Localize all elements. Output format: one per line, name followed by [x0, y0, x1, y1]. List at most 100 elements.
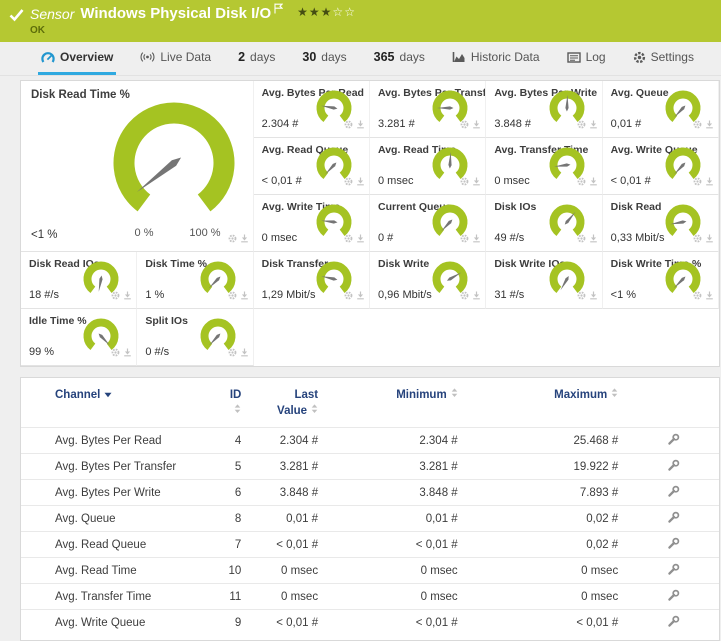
gauge-tile[interactable]: Avg. Write Time0 msec	[254, 195, 370, 252]
gauge-tile[interactable]: Disk IOs49 #/s	[486, 195, 602, 252]
check-icon	[9, 8, 24, 27]
wrench-icon[interactable]	[667, 589, 680, 602]
column-header-minimum[interactable]: Minimum	[328, 378, 468, 428]
pin-icon[interactable]	[240, 344, 249, 362]
gauge-tile[interactable]: Idle Time %99 %	[21, 309, 137, 366]
pin-icon[interactable]	[705, 116, 714, 134]
column-header-maximum[interactable]: Maximum	[468, 378, 629, 428]
star-empty-icon[interactable]: ☆	[344, 5, 356, 19]
gear-icon[interactable]	[344, 116, 353, 134]
gauge-tile[interactable]: Avg. Bytes Per Read2.304 #	[254, 81, 370, 138]
gauge-tile[interactable]: Avg. Queue0,01 #	[603, 81, 719, 138]
gear-icon[interactable]	[228, 344, 237, 362]
gauge-tile[interactable]: Disk Read IOs18 #/s	[21, 252, 137, 309]
gauge-tile[interactable]: Disk Write Time %<1 %	[603, 252, 719, 309]
wrench-icon[interactable]	[667, 459, 680, 472]
gear-icon[interactable]	[577, 230, 586, 248]
gear-icon[interactable]	[344, 287, 353, 305]
wrench-icon[interactable]	[667, 433, 680, 446]
pin-icon[interactable]	[589, 116, 598, 134]
gauge-tile[interactable]: Disk Time %1 %	[137, 252, 253, 309]
gear-icon[interactable]	[577, 287, 586, 305]
column-header-last-value[interactable]: Last Value	[251, 378, 328, 428]
tab-overview[interactable]: Overview	[38, 42, 116, 75]
pin-icon[interactable]	[705, 230, 714, 248]
gauge-tile[interactable]: Avg. Read Time0 msec	[370, 138, 486, 195]
channel-value: 19.922 #	[468, 454, 629, 480]
gauge-tile[interactable]: Disk Write IOs31 #/s	[486, 252, 602, 309]
pin-icon[interactable]	[589, 230, 598, 248]
gauge-tile[interactable]: Avg. Transfer Time0 msec	[486, 138, 602, 195]
tab-historic-data[interactable]: Historic Data	[449, 42, 543, 75]
pin-icon[interactable]	[356, 230, 365, 248]
gear-icon[interactable]	[577, 116, 586, 134]
pin-icon[interactable]	[705, 173, 714, 191]
column-label: Maximum	[554, 389, 607, 401]
star-empty-icon[interactable]: ☆	[332, 5, 344, 19]
gear-icon[interactable]	[577, 173, 586, 191]
pin-icon[interactable]	[356, 116, 365, 134]
channel-value: 7.893 #	[468, 480, 629, 506]
gauge-title: Split IOs	[145, 315, 188, 327]
gear-icon[interactable]	[111, 344, 120, 362]
gear-icon[interactable]	[693, 173, 702, 191]
pin-icon[interactable]	[472, 230, 481, 248]
column-header-channel[interactable]: Channel	[21, 378, 209, 428]
gauge-tile[interactable]: Disk Read0,33 Mbit/s	[603, 195, 719, 252]
gear-icon[interactable]	[460, 116, 469, 134]
wrench-icon[interactable]	[667, 563, 680, 576]
pin-icon[interactable]	[472, 116, 481, 134]
pin-icon[interactable]	[589, 287, 598, 305]
gear-icon[interactable]	[344, 230, 353, 248]
gear-icon[interactable]	[111, 287, 120, 305]
gauge-tile[interactable]: Disk Transfer1,29 Mbit/s	[254, 252, 370, 309]
pin-icon[interactable]	[123, 344, 132, 362]
pin-icon[interactable]	[589, 173, 598, 191]
wrench-icon[interactable]	[667, 537, 680, 550]
gear-icon[interactable]	[460, 230, 469, 248]
flag-icon[interactable]	[274, 1, 283, 19]
pin-icon[interactable]	[356, 287, 365, 305]
column-header-id[interactable]: ID	[209, 378, 251, 428]
wrench-icon[interactable]	[667, 615, 680, 628]
gauge-tile[interactable]: Avg. Read Queue< 0,01 #	[254, 138, 370, 195]
pin-icon[interactable]	[240, 230, 249, 248]
gear-icon[interactable]	[693, 116, 702, 134]
pin-icon[interactable]	[123, 287, 132, 305]
tab-days[interactable]: 30days	[299, 42, 349, 75]
gauge-tile[interactable]: Current Queue0 #	[370, 195, 486, 252]
gauge-tile[interactable]: Disk Write0,96 Mbit/s	[370, 252, 486, 309]
wrench-icon[interactable]	[667, 485, 680, 498]
pin-icon[interactable]	[705, 287, 714, 305]
gauge-value: 1 %	[145, 289, 164, 301]
tab-live-data[interactable]: Live Data	[137, 42, 214, 75]
pin-icon[interactable]	[240, 287, 249, 305]
gauge-tile[interactable]: Avg. Bytes Per Write3.848 #	[486, 81, 602, 138]
tab-days[interactable]: 2days	[235, 42, 278, 75]
gauge-tile[interactable]: Avg. Bytes Per Transfer3.281 #	[370, 81, 486, 138]
tab-settings[interactable]: Settings	[630, 42, 697, 75]
gear-icon[interactable]	[693, 287, 702, 305]
star-filled-icon[interactable]: ★	[309, 5, 321, 19]
star-filled-icon[interactable]: ★	[297, 5, 309, 19]
gauge-tile[interactable]: Avg. Write Queue< 0,01 #	[603, 138, 719, 195]
priority-stars[interactable]: ★★★☆☆	[297, 5, 356, 19]
gear-icon[interactable]	[460, 287, 469, 305]
gear-icon[interactable]	[693, 230, 702, 248]
gear-icon[interactable]	[228, 230, 237, 248]
pin-icon[interactable]	[356, 173, 365, 191]
wrench-icon[interactable]	[667, 511, 680, 524]
gear-icon[interactable]	[460, 173, 469, 191]
tab-log[interactable]: Log	[564, 42, 609, 75]
channel-value: < 0,01 #	[251, 532, 328, 558]
tab-days[interactable]: 365days	[371, 42, 428, 75]
pin-icon[interactable]	[472, 173, 481, 191]
gear-icon[interactable]	[344, 173, 353, 191]
star-filled-icon[interactable]: ★	[321, 5, 333, 19]
primary-channel-gauge[interactable]: Disk Read Time % 0 % 100 % <1 %	[21, 81, 254, 252]
pin-icon[interactable]	[472, 287, 481, 305]
gauge-value: 0 msec	[378, 175, 413, 187]
channel-name: Avg. Bytes Per Read	[21, 428, 209, 454]
gauge-tile[interactable]: Split IOs0 #/s	[137, 309, 253, 366]
gear-icon[interactable]	[228, 287, 237, 305]
